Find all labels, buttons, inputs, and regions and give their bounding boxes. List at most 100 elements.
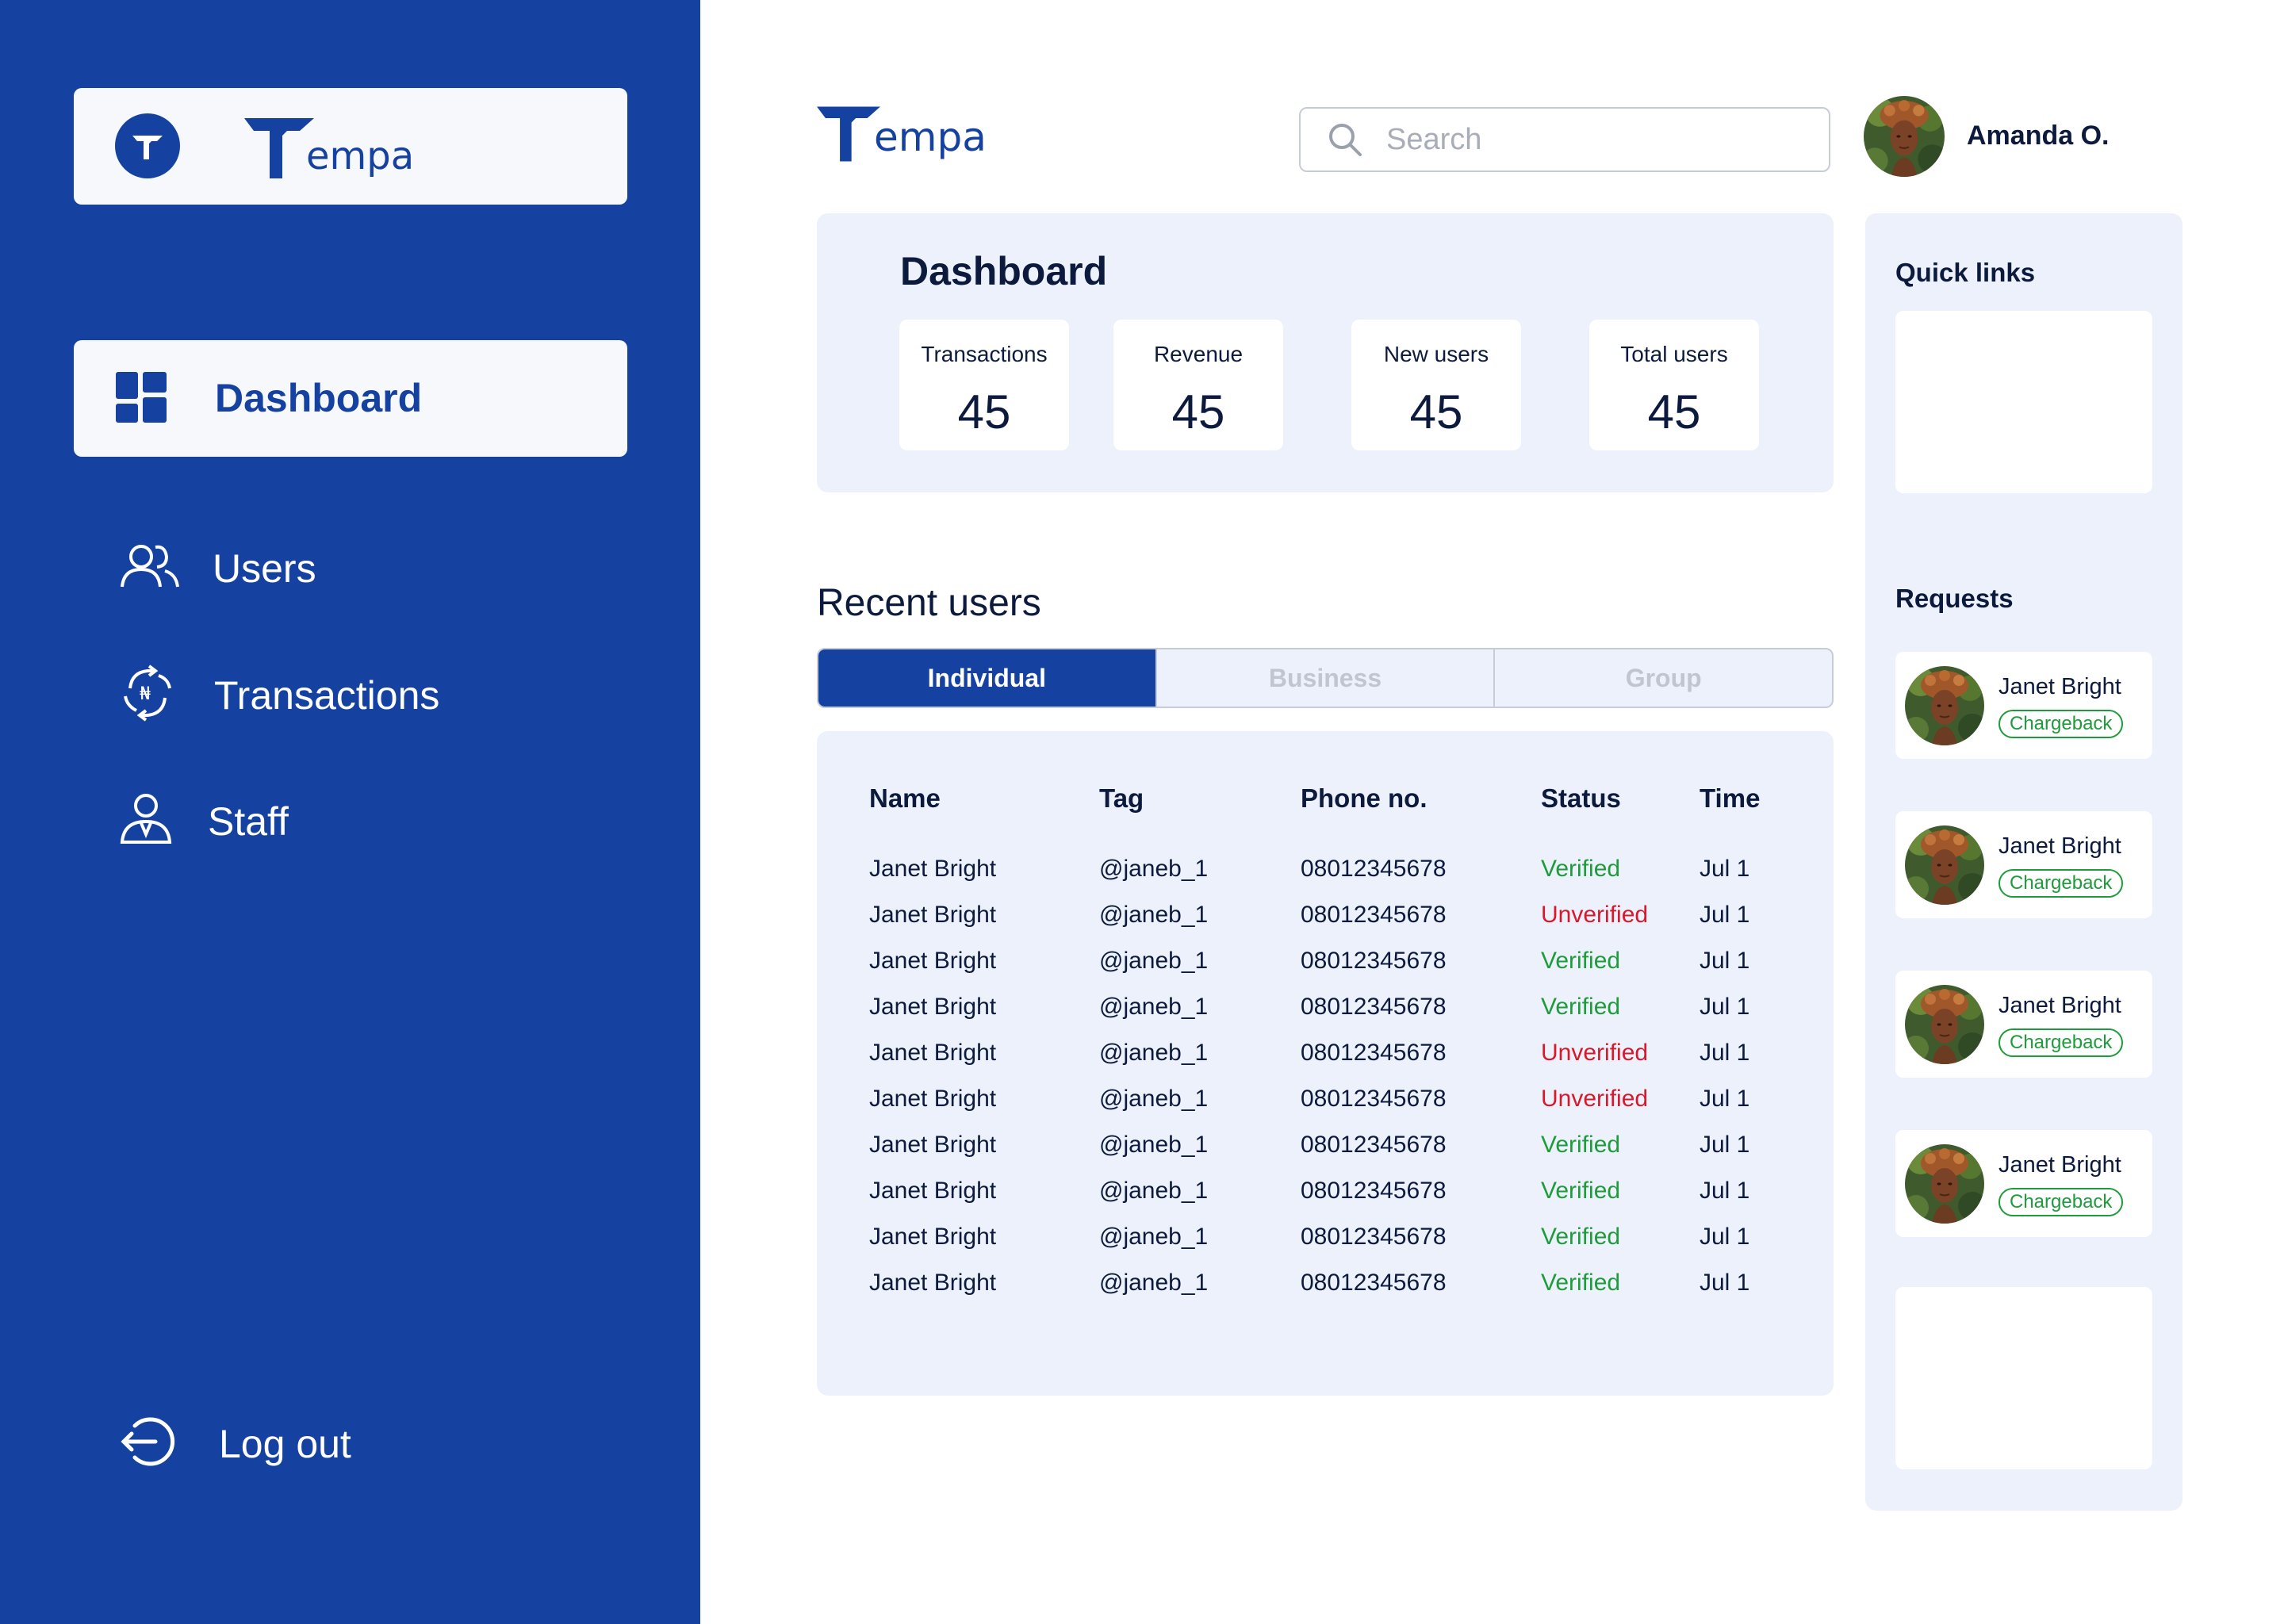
sidebar-item-label: Users: [213, 546, 316, 591]
stat-value: 45: [1171, 385, 1225, 439]
request-card[interactable]: Janet Bright Chargeback: [1895, 971, 2152, 1078]
logout-icon: [119, 1413, 179, 1474]
request-type-badge: Chargeback: [1998, 710, 2124, 738]
sidebar-item-staff[interactable]: Staff: [119, 793, 289, 849]
table-row[interactable]: Janet Bright @janeb_1 08012345678 Unverifie…: [817, 1040, 1834, 1086]
cell-status: Unverified: [1541, 1040, 1649, 1066]
user-name[interactable]: Amanda O.: [1967, 121, 2109, 151]
column-header-phone[interactable]: Phone no.: [1301, 783, 1428, 814]
cell-phone: 08012345678: [1301, 1270, 1447, 1296]
table-row[interactable]: Janet Bright @janeb_1 08012345678 Verified J…: [817, 1132, 1834, 1178]
search-box[interactable]: [1299, 107, 1830, 172]
cell-status: Verified: [1541, 1132, 1621, 1158]
requester-avatar: [1905, 825, 1984, 905]
stat-card-total-users[interactable]: Total users 45: [1589, 320, 1759, 450]
cell-tag: @janeb_1: [1099, 902, 1209, 928]
cell-time: Jul 1: [1700, 948, 1750, 974]
table-row[interactable]: Janet Bright @janeb_1 08012345678 Verified J…: [817, 994, 1834, 1040]
stat-card-revenue[interactable]: Revenue 45: [1113, 320, 1283, 450]
cell-status: Verified: [1541, 948, 1621, 974]
cell-status: Verified: [1541, 856, 1621, 882]
cell-phone: 08012345678: [1301, 856, 1447, 882]
cell-name: Janet Bright: [869, 856, 997, 882]
requester-name: Janet Bright: [1998, 674, 2121, 699]
cell-time: Jul 1: [1700, 1178, 1750, 1204]
requester-avatar: [1905, 666, 1984, 745]
stat-card-new-users[interactable]: New users 45: [1351, 320, 1521, 450]
right-panel: Quick links Requests Janet Bright Chargeb…: [1865, 213, 2182, 1511]
tab-business[interactable]: Business: [1155, 649, 1494, 707]
cell-time: Jul 1: [1700, 1270, 1750, 1296]
brand-logo: empa: [244, 118, 414, 178]
sidebar: empa Dashboard Users ₦ Transactions Staf…: [0, 0, 700, 1624]
cell-tag: @janeb_1: [1099, 1040, 1209, 1066]
dashboard-summary-card: Dashboard Transactions 45 Revenue 45 New…: [817, 213, 1834, 492]
user-type-tabs: Individual Business Group: [817, 648, 1834, 708]
stat-card-transactions[interactable]: Transactions 45: [899, 320, 1069, 450]
cell-phone: 08012345678: [1301, 1086, 1447, 1112]
cell-phone: 08012345678: [1301, 1132, 1447, 1158]
sidebar-item-label: Dashboard: [215, 376, 423, 420]
cell-time: Jul 1: [1700, 1132, 1750, 1158]
request-type-badge: Chargeback: [1998, 1028, 2124, 1057]
sidebar-item-dashboard[interactable]: Dashboard: [74, 340, 627, 457]
cell-phone: 08012345678: [1301, 1224, 1447, 1250]
sidebar-item-users[interactable]: Users: [119, 542, 316, 594]
cell-status: Verified: [1541, 1224, 1621, 1250]
request-type-badge: Chargeback: [1998, 869, 2124, 898]
brand-t-icon: [817, 106, 880, 162]
request-card[interactable]: Janet Bright Chargeback: [1895, 652, 2152, 759]
cell-name: Janet Bright: [869, 994, 997, 1020]
dashboard-grid-icon: [116, 372, 167, 427]
stat-value: 45: [1409, 385, 1463, 439]
sidebar-logo-card[interactable]: empa: [74, 88, 627, 205]
cell-tag: @janeb_1: [1099, 1086, 1209, 1112]
table-row[interactable]: Janet Bright @janeb_1 08012345678 Verified J…: [817, 1224, 1834, 1270]
user-avatar[interactable]: [1864, 96, 1945, 177]
request-card[interactable]: Janet Bright Chargeback: [1895, 811, 2152, 918]
tab-individual[interactable]: Individual: [818, 649, 1155, 707]
cell-name: Janet Bright: [869, 1132, 997, 1158]
tab-group[interactable]: Group: [1493, 649, 1832, 707]
svg-text:₦: ₦: [140, 684, 151, 704]
cell-name: Janet Bright: [869, 1270, 997, 1296]
cell-time: Jul 1: [1700, 1224, 1750, 1250]
requester-name: Janet Bright: [1998, 993, 2121, 1018]
column-header-time[interactable]: Time: [1700, 783, 1760, 814]
sidebar-item-transactions[interactable]: ₦ Transactions: [119, 665, 439, 726]
search-input[interactable]: [1386, 122, 1799, 157]
cell-time: Jul 1: [1700, 1086, 1750, 1112]
cell-name: Janet Bright: [869, 1178, 997, 1204]
brand-mark-icon: [115, 113, 180, 178]
table-row[interactable]: Janet Bright @janeb_1 08012345678 Unverifie…: [817, 1086, 1834, 1132]
requests-heading: Requests: [1895, 584, 2014, 613]
table-row[interactable]: Janet Bright @janeb_1 08012345678 Unverifie…: [817, 902, 1834, 948]
column-header-tag[interactable]: Tag: [1099, 783, 1144, 814]
request-placeholder-card[interactable]: [1895, 1287, 2152, 1469]
column-header-status[interactable]: Status: [1541, 783, 1621, 814]
table-row[interactable]: Janet Bright @janeb_1 08012345678 Verified J…: [817, 856, 1834, 902]
cell-name: Janet Bright: [869, 1224, 997, 1250]
cell-time: Jul 1: [1700, 856, 1750, 882]
quick-links-box[interactable]: [1895, 311, 2152, 493]
cell-name: Janet Bright: [869, 948, 997, 974]
header-brand-logo[interactable]: empa: [817, 106, 987, 162]
request-type-badge: Chargeback: [1998, 1188, 2124, 1216]
table-row[interactable]: Janet Bright @janeb_1 08012345678 Verified J…: [817, 948, 1834, 994]
table-row[interactable]: Janet Bright @janeb_1 08012345678 Verified J…: [817, 1270, 1834, 1316]
cell-time: Jul 1: [1700, 902, 1750, 928]
stat-label: Total users: [1620, 342, 1728, 366]
page-title: Dashboard: [900, 249, 1108, 293]
search-icon: [1328, 122, 1362, 157]
table-row[interactable]: Janet Bright @janeb_1 08012345678 Verified J…: [817, 1178, 1834, 1224]
requester-name: Janet Bright: [1998, 1152, 2121, 1178]
logout-button[interactable]: Log out: [119, 1413, 351, 1474]
stat-value: 45: [1647, 385, 1701, 439]
column-header-name[interactable]: Name: [869, 783, 941, 814]
sidebar-item-label: Transactions: [214, 672, 440, 718]
cell-tag: @janeb_1: [1099, 994, 1209, 1020]
request-card[interactable]: Janet Bright Chargeback: [1895, 1130, 2152, 1237]
transactions-icon: ₦: [119, 665, 176, 726]
cell-name: Janet Bright: [869, 902, 997, 928]
cell-tag: @janeb_1: [1099, 856, 1209, 882]
